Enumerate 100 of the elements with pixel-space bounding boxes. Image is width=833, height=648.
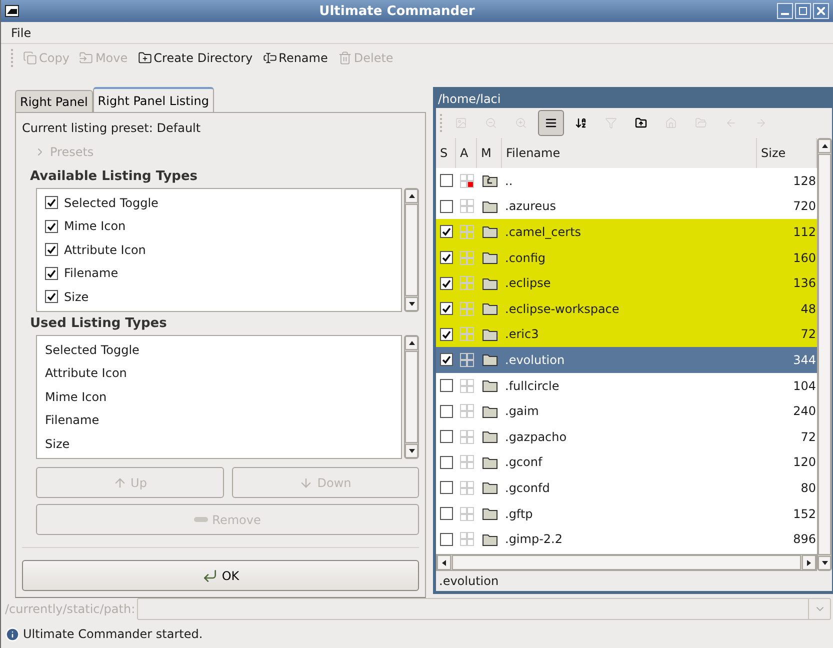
checkbox[interactable]	[440, 456, 452, 469]
list-item[interactable]: Attribute Icon	[45, 362, 393, 385]
checkbox[interactable]	[440, 404, 452, 418]
attribute-grid-icon	[460, 276, 474, 290]
folder-icon	[482, 404, 498, 418]
list-item[interactable]: Filename	[45, 408, 393, 432]
file-row[interactable]: .config 160	[436, 244, 817, 270]
toolbar-button[interactable]: Rename	[260, 50, 330, 64]
status-message: Ultimate Commander started.	[23, 627, 203, 641]
maximize-icon	[799, 7, 807, 15]
checkbox[interactable]	[440, 532, 452, 546]
checkbox[interactable]	[440, 174, 452, 188]
list-item[interactable]: Mime Icon	[45, 214, 393, 238]
section-heading: Used Listing Types	[29, 316, 168, 331]
folder-icon	[482, 456, 498, 469]
panel-path: /home/laci	[436, 90, 832, 108]
file-name: .eclipse-workspace	[504, 302, 620, 316]
home-icon	[665, 115, 677, 131]
attribute-grid-icon	[460, 430, 474, 444]
folder-icon	[482, 379, 498, 392]
delete-icon	[338, 50, 352, 64]
list-item[interactable]: Size	[45, 285, 393, 308]
file-name: .fullcircle	[504, 378, 560, 393]
scrollbar[interactable]	[404, 188, 419, 312]
file-size: 72	[800, 430, 817, 444]
file-size: 72	[800, 327, 817, 342]
image-icon	[455, 115, 467, 131]
file-size: 720	[792, 199, 817, 214]
file-name: .config	[504, 250, 547, 265]
scroll-up-arrow-icon	[820, 142, 828, 150]
attribute-grid-icon	[460, 302, 474, 316]
attribute-grid-icon	[460, 250, 474, 265]
folder-icon	[482, 302, 498, 316]
attribute-grid-icon	[460, 532, 474, 546]
file-row[interactable]: .evolution 344	[436, 347, 817, 373]
panel-tool-button[interactable]	[538, 110, 564, 136]
file-size: 152	[792, 506, 817, 521]
folder-icon	[482, 353, 498, 366]
file-name: .gconfd	[504, 480, 551, 495]
maximize-button[interactable]	[795, 3, 811, 19]
file-row[interactable]: .camel_certs 112	[436, 219, 817, 245]
scroll-right-arrow-icon	[805, 558, 813, 566]
list-item[interactable]: Selected Toggle	[45, 191, 393, 214]
toolbar-button[interactable]: Create Directory	[136, 50, 255, 64]
checkbox[interactable]	[440, 379, 452, 392]
window-title: Ultimate Commander	[318, 4, 476, 18]
file-row[interactable]: .eclipse-workspace 48	[436, 296, 817, 322]
list-item[interactable]: Mime Icon	[45, 385, 393, 408]
folder-icon	[482, 507, 498, 520]
file-name: ..	[504, 174, 514, 188]
folder-icon	[482, 200, 498, 213]
attribute-grid-icon	[460, 378, 474, 393]
minimize-button[interactable]	[777, 3, 793, 19]
minus-icon	[194, 517, 208, 522]
file-row[interactable]: .eclipse 136	[436, 270, 817, 296]
tab[interactable]: Right Panel	[15, 90, 93, 112]
folder-icon	[482, 430, 498, 444]
horizontal-scrollbar[interactable]	[436, 554, 817, 571]
list-item[interactable]: Attribute Icon	[45, 238, 393, 262]
path-label: /currently/static/path:	[5, 602, 136, 616]
scroll-down-arrow-icon	[820, 559, 828, 567]
file-row[interactable]: .eric3 72	[436, 322, 817, 348]
attribute-grid-icon	[460, 224, 474, 239]
menu-item[interactable]: File	[11, 26, 32, 40]
file-name: .eclipse	[504, 276, 552, 290]
tab[interactable]: Right Panel Listing	[92, 87, 214, 112]
file-size: 48	[800, 302, 817, 316]
folder-icon	[482, 251, 498, 264]
folder-icon	[482, 481, 498, 494]
file-size: 112	[792, 224, 817, 239]
file-size: 128	[792, 174, 817, 188]
list-item[interactable]: Filename	[45, 262, 393, 285]
checkbox[interactable]	[440, 507, 452, 520]
close-button[interactable]	[813, 3, 829, 19]
scroll-left-arrow-icon	[440, 558, 448, 566]
panel-status: .evolution	[438, 573, 500, 590]
list-item[interactable]: Size	[45, 432, 393, 456]
ok-button[interactable]: OK	[22, 560, 419, 591]
attribute-grid-icon	[460, 352, 474, 367]
scroll-up-arrow-icon	[408, 339, 416, 347]
folder-icon	[482, 532, 498, 546]
attribute-grid-icon	[460, 480, 474, 495]
scroll-up-arrow-icon	[408, 192, 416, 200]
preset-label: Current listing preset: Default	[22, 121, 202, 135]
filter-icon	[605, 115, 617, 131]
file-size: 104	[792, 378, 817, 393]
mkdir-icon	[138, 50, 152, 64]
checkbox[interactable]	[440, 200, 452, 213]
attribute-grid-icon	[460, 404, 474, 418]
section-heading: Available Listing Types	[29, 169, 199, 184]
app-icon	[5, 5, 19, 17]
file-name: .camel_certs	[504, 224, 582, 239]
scrollbar[interactable]	[404, 335, 419, 459]
folder-icon	[482, 225, 498, 238]
file-name: .gftp	[504, 506, 534, 521]
checkbox[interactable]	[440, 430, 452, 444]
copy-icon	[23, 50, 37, 64]
list-item[interactable]: Selected Toggle	[45, 338, 393, 362]
checkbox[interactable]	[440, 481, 452, 494]
scrollbar[interactable]	[817, 138, 832, 571]
